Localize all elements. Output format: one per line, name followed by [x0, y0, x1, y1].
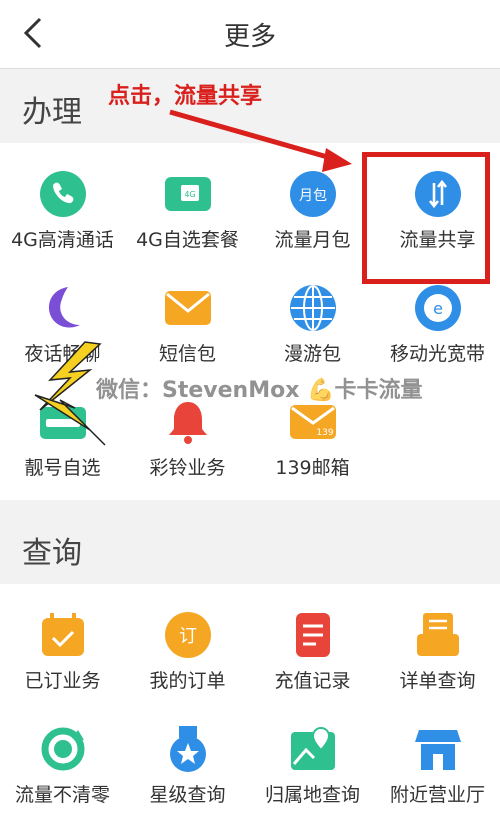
- grid-item-label: 流量月包: [274, 229, 351, 251]
- query-grid: 已订业务订我的订单 充值记录 详单查询 流量不清零 星级查询 归属地查询 附近营业厅: [0, 584, 500, 812]
- phone-icon: [38, 169, 88, 219]
- grid-item-label: 星级查询: [149, 784, 226, 806]
- grid-item-label: 归属地查询: [264, 784, 360, 806]
- grid-item-label: 4G自选套餐: [136, 229, 239, 251]
- grid-item-monthly-pack[interactable]: 月包 流量月包: [250, 143, 375, 257]
- grid-item-label: 139邮箱: [275, 457, 350, 479]
- annotation-text: 点击，流量共享: [108, 84, 263, 109]
- watermark-text: 微信：StevenMox 💪卡卡流量: [96, 378, 423, 403]
- grid-item-detail-bill[interactable]: 详单查询: [375, 584, 500, 698]
- grid-item-recharge-record[interactable]: 充值记录: [250, 584, 375, 698]
- grid-item-order[interactable]: 订我的订单: [125, 584, 250, 698]
- mailbox-139-icon: 139: [288, 397, 338, 447]
- envelope-icon: [163, 283, 213, 333]
- top-bar: 更多: [0, 0, 500, 69]
- grid-item-label: 4G高清通话: [11, 229, 114, 251]
- grid-item-phone[interactable]: 4G高清通话: [0, 143, 125, 257]
- store-icon: [413, 724, 463, 774]
- section-header-query: 查询: [0, 510, 500, 584]
- page-title: 更多: [223, 22, 276, 52]
- cycle-icon: [38, 724, 88, 774]
- grid-item-globe[interactable]: 漫游包: [250, 257, 375, 371]
- recharge-record-icon: [288, 610, 338, 660]
- grid-item-label: 移动光宽带: [389, 343, 485, 365]
- grid-item-label: 彩铃业务: [149, 457, 226, 479]
- monthly-pack-icon: 月包: [288, 169, 338, 219]
- svg-text:月包: 月包: [299, 188, 327, 204]
- number-card-icon: [38, 397, 88, 447]
- order-icon: 订: [163, 610, 213, 660]
- grid-item-label: 漫游包: [283, 343, 341, 365]
- grid-item-label: 短信包: [158, 343, 216, 365]
- grid-item-moon[interactable]: 夜话畅聊: [0, 257, 125, 371]
- svg-text:订: 订: [179, 626, 197, 647]
- grid-item-sim-card[interactable]: 4G 4G自选套餐: [125, 143, 250, 257]
- highlight-box: [362, 152, 490, 284]
- grid-item-label: 附近营业厅: [389, 784, 485, 806]
- grid-item-cycle[interactable]: 流量不清零: [0, 698, 125, 812]
- calendar-check-icon: [38, 610, 88, 660]
- location-map-icon: [288, 724, 338, 774]
- grid-item-label: 流量不清零: [14, 784, 110, 806]
- sim-card-icon: 4G: [163, 169, 213, 219]
- grid-item-label: 我的订单: [149, 670, 226, 692]
- grid-item-label: 详单查询: [399, 670, 476, 692]
- star-medal-icon: [163, 724, 213, 774]
- grid-item-envelope[interactable]: 短信包: [125, 257, 250, 371]
- svg-text:e: e: [433, 299, 443, 318]
- bell-icon: [163, 397, 213, 447]
- grid-item-label: 已订业务: [24, 670, 101, 692]
- svg-text:4G: 4G: [184, 190, 195, 199]
- moon-icon: [38, 283, 88, 333]
- section-title: 查询: [22, 536, 82, 571]
- grid-item-calendar-check[interactable]: 已订业务: [0, 584, 125, 698]
- grid-item-label: 靓号自选: [24, 457, 101, 479]
- section-title: 办理: [22, 95, 82, 130]
- grid-item-label: 充值记录: [274, 670, 351, 692]
- globe-icon: [288, 283, 338, 333]
- section-query: 已订业务订我的订单 充值记录 详单查询 流量不清零 星级查询 归属地查询 附近营业厅: [0, 584, 500, 815]
- grid-item-location-map[interactable]: 归属地查询: [250, 698, 375, 812]
- grid-item-store[interactable]: 附近营业厅: [375, 698, 500, 812]
- detail-bill-icon: [413, 610, 463, 660]
- grid-item-star-medal[interactable]: 星级查询: [125, 698, 250, 812]
- broadband-icon: e: [413, 283, 463, 333]
- grid-item-label: 夜话畅聊: [24, 343, 101, 365]
- svg-text:139: 139: [316, 428, 333, 438]
